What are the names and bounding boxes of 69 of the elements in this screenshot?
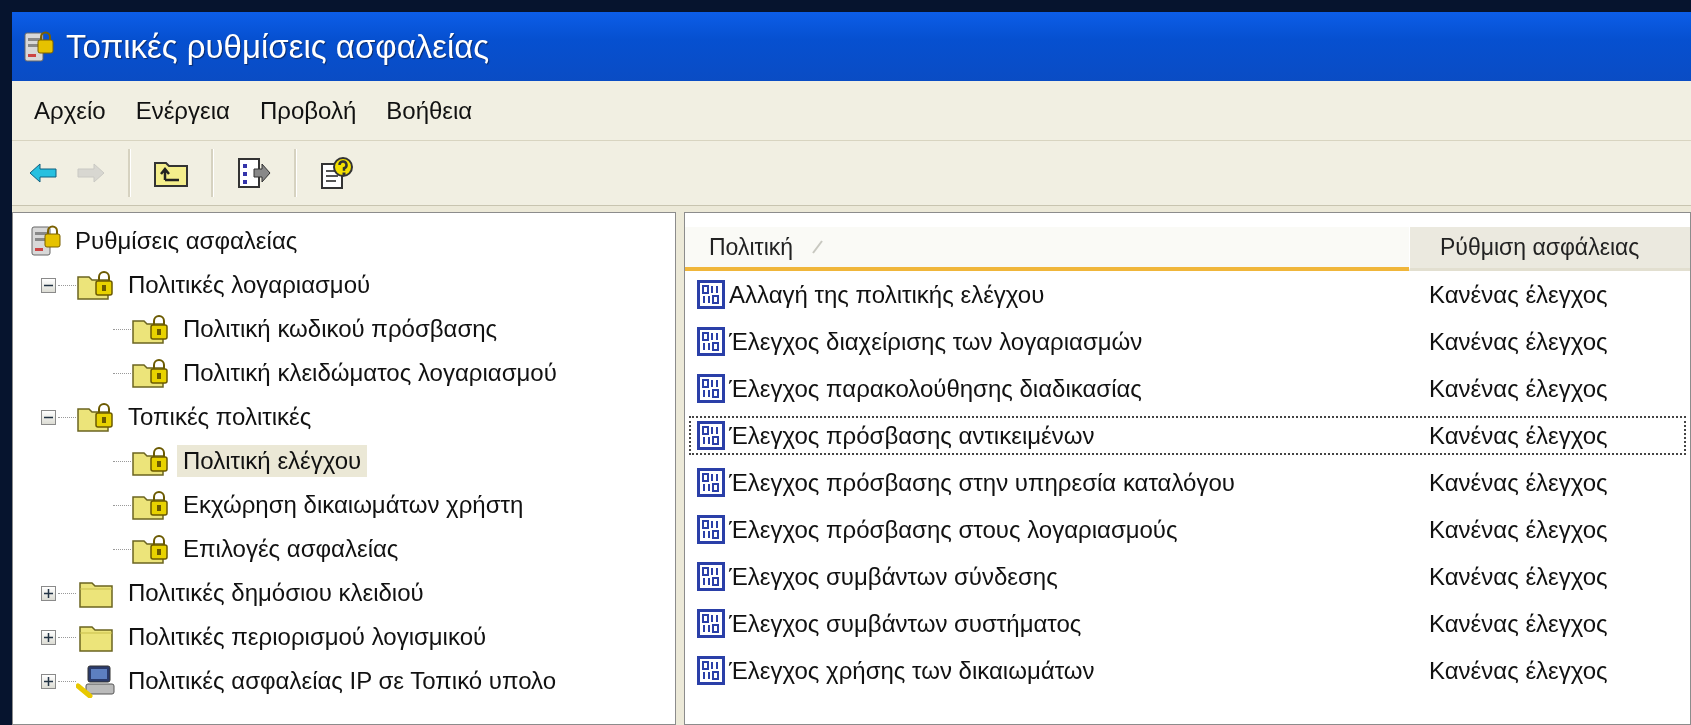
policy-name: Αλλαγή της πολιτικής ελέγχου bbox=[729, 280, 1045, 309]
list-row[interactable]: Έλεγχος συμβάντων συστήματος Κανένας έλεγχος bbox=[685, 600, 1690, 647]
policy-icon bbox=[697, 420, 727, 451]
policy-name: Έλεγχος παρακολούθησης διαδικασίας bbox=[729, 374, 1142, 403]
tree-item[interactable]: Πολιτικές λογαριασμού bbox=[122, 269, 377, 301]
policy-setting: Κανένας έλεγχος bbox=[1428, 468, 1609, 497]
list-row[interactable]: Έλεγχος πρόσβασης αντικειμένων Κανένας έλεγχος bbox=[685, 412, 1690, 459]
policy-setting: Κανένας έλεγχος bbox=[1428, 327, 1609, 356]
policy-name: Έλεγχος συμβάντων συστήματος bbox=[729, 609, 1082, 638]
policy-icon bbox=[697, 467, 727, 498]
locked-folder-icon bbox=[131, 313, 171, 345]
policy-icon bbox=[697, 561, 727, 592]
list-row[interactable]: Έλεγχος παρακολούθησης διαδικασίας Κανένας έλεγχος bbox=[685, 365, 1690, 412]
policy-icon bbox=[697, 608, 727, 639]
tree-item[interactable]: Πολιτικές περιορισμού λογισμικού bbox=[122, 621, 493, 653]
policy-setting: Κανένας έλεγχος bbox=[1428, 656, 1609, 685]
policy-setting: Κανένας έλεγχος bbox=[1428, 562, 1609, 591]
tree-item[interactable]: Εκχώρηση δικαιωμάτων χρήστη bbox=[177, 489, 530, 521]
policy-icon bbox=[697, 655, 727, 686]
column-header[interactable]: Πολιτική bbox=[685, 227, 1409, 271]
policy-setting: Κανένας έλεγχος bbox=[1428, 374, 1609, 403]
expander-icon[interactable] bbox=[41, 409, 56, 425]
expander-icon[interactable] bbox=[41, 629, 56, 645]
list-row[interactable]: Έλεγχος συμβάντων σύνδεσης Κανένας έλεγχος bbox=[685, 553, 1690, 600]
policy-name: Έλεγχος πρόσβασης στους λογαριασμούς bbox=[729, 515, 1178, 544]
expander-icon[interactable] bbox=[41, 585, 56, 601]
list-row[interactable]: Έλεγχος πρόσβασης στους λογαριασμούς Κανένας έλεγχος bbox=[685, 506, 1690, 553]
locked-folder-icon bbox=[131, 445, 171, 477]
server-icon bbox=[29, 224, 63, 258]
policy-setting: Κανένας έλεγχος bbox=[1428, 421, 1609, 450]
locked-folder-icon bbox=[131, 489, 171, 521]
tree-item[interactable]: Πολιτική κλειδώματος λογαριασμού bbox=[177, 357, 563, 389]
locked-folder-icon bbox=[131, 533, 171, 565]
list-row[interactable]: Αλλαγή της πολιτικής ελέγχου Κανένας έλεγχος bbox=[685, 271, 1690, 318]
tree-item[interactable]: Πολιτική ελέγχου bbox=[177, 445, 368, 477]
tree-item[interactable]: Πολιτικές ασφαλείας IP σε Τοπικό υπολο bbox=[122, 665, 563, 697]
locked-folder-icon bbox=[76, 401, 116, 433]
policy-setting: Κανένας έλεγχος bbox=[1428, 515, 1609, 544]
expander-icon[interactable] bbox=[41, 673, 56, 689]
policy-name: Έλεγχος πρόσβασης στην υπηρεσία καταλόγου bbox=[729, 468, 1235, 497]
policy-name: Έλεγχος χρήσης των δικαιωμάτων bbox=[729, 656, 1095, 685]
tree-item[interactable]: Επιλογές ασφαλείας bbox=[177, 533, 405, 565]
policy-setting: Κανένας έλεγχος bbox=[1428, 280, 1609, 309]
column-header[interactable]: Ρύθμιση ασφάλειας bbox=[1409, 227, 1690, 271]
list-row[interactable]: Έλεγχος διαχείρισης των λογαριασμών Κανένας έλεγχος bbox=[685, 318, 1690, 365]
list-row[interactable]: Έλεγχος πρόσβασης στην υπηρεσία καταλόγου Κανένας έλεγχος bbox=[685, 459, 1690, 506]
policy-icon bbox=[697, 373, 727, 404]
menu-item[interactable]: Προβολή bbox=[251, 92, 365, 129]
tree-item[interactable]: Ρυθμίσεις ασφαλείας bbox=[69, 225, 304, 257]
policy-name: Έλεγχος διαχείρισης των λογαριασμών bbox=[729, 327, 1143, 356]
list-row[interactable]: Έλεγχος χρήσης των δικαιωμάτων Κανένας έλεγχος bbox=[685, 647, 1690, 694]
policy-icon bbox=[697, 326, 727, 357]
menu-item[interactable]: Ενέργεια bbox=[127, 92, 238, 129]
policy-icon bbox=[697, 514, 727, 545]
locked-folder-icon bbox=[76, 269, 116, 301]
window-icon bbox=[22, 29, 56, 64]
policy-icon bbox=[697, 279, 727, 310]
policy-name: Έλεγχος πρόσβασης αντικειμένων bbox=[729, 421, 1095, 450]
window-title: Τοπικές ρυθμίσεις ασφαλείας bbox=[66, 27, 490, 66]
tree-item[interactable]: Πολιτικές δημόσιου κλειδιού bbox=[122, 577, 430, 609]
menu-item[interactable]: Βοήθεια bbox=[378, 92, 481, 129]
policy-name: Έλεγχος συμβάντων σύνδεσης bbox=[729, 562, 1058, 591]
tree-item[interactable]: Πολιτική κωδικού πρόσβασης bbox=[177, 313, 504, 345]
expander-icon[interactable] bbox=[41, 277, 56, 293]
policy-setting: Κανένας έλεγχος bbox=[1428, 609, 1609, 638]
menu-item[interactable]: Αρχείο bbox=[26, 92, 114, 129]
locked-folder-icon bbox=[131, 357, 171, 389]
network-computer-icon bbox=[76, 664, 116, 698]
tree-item[interactable]: Τοπικές πολιτικές bbox=[122, 401, 318, 433]
